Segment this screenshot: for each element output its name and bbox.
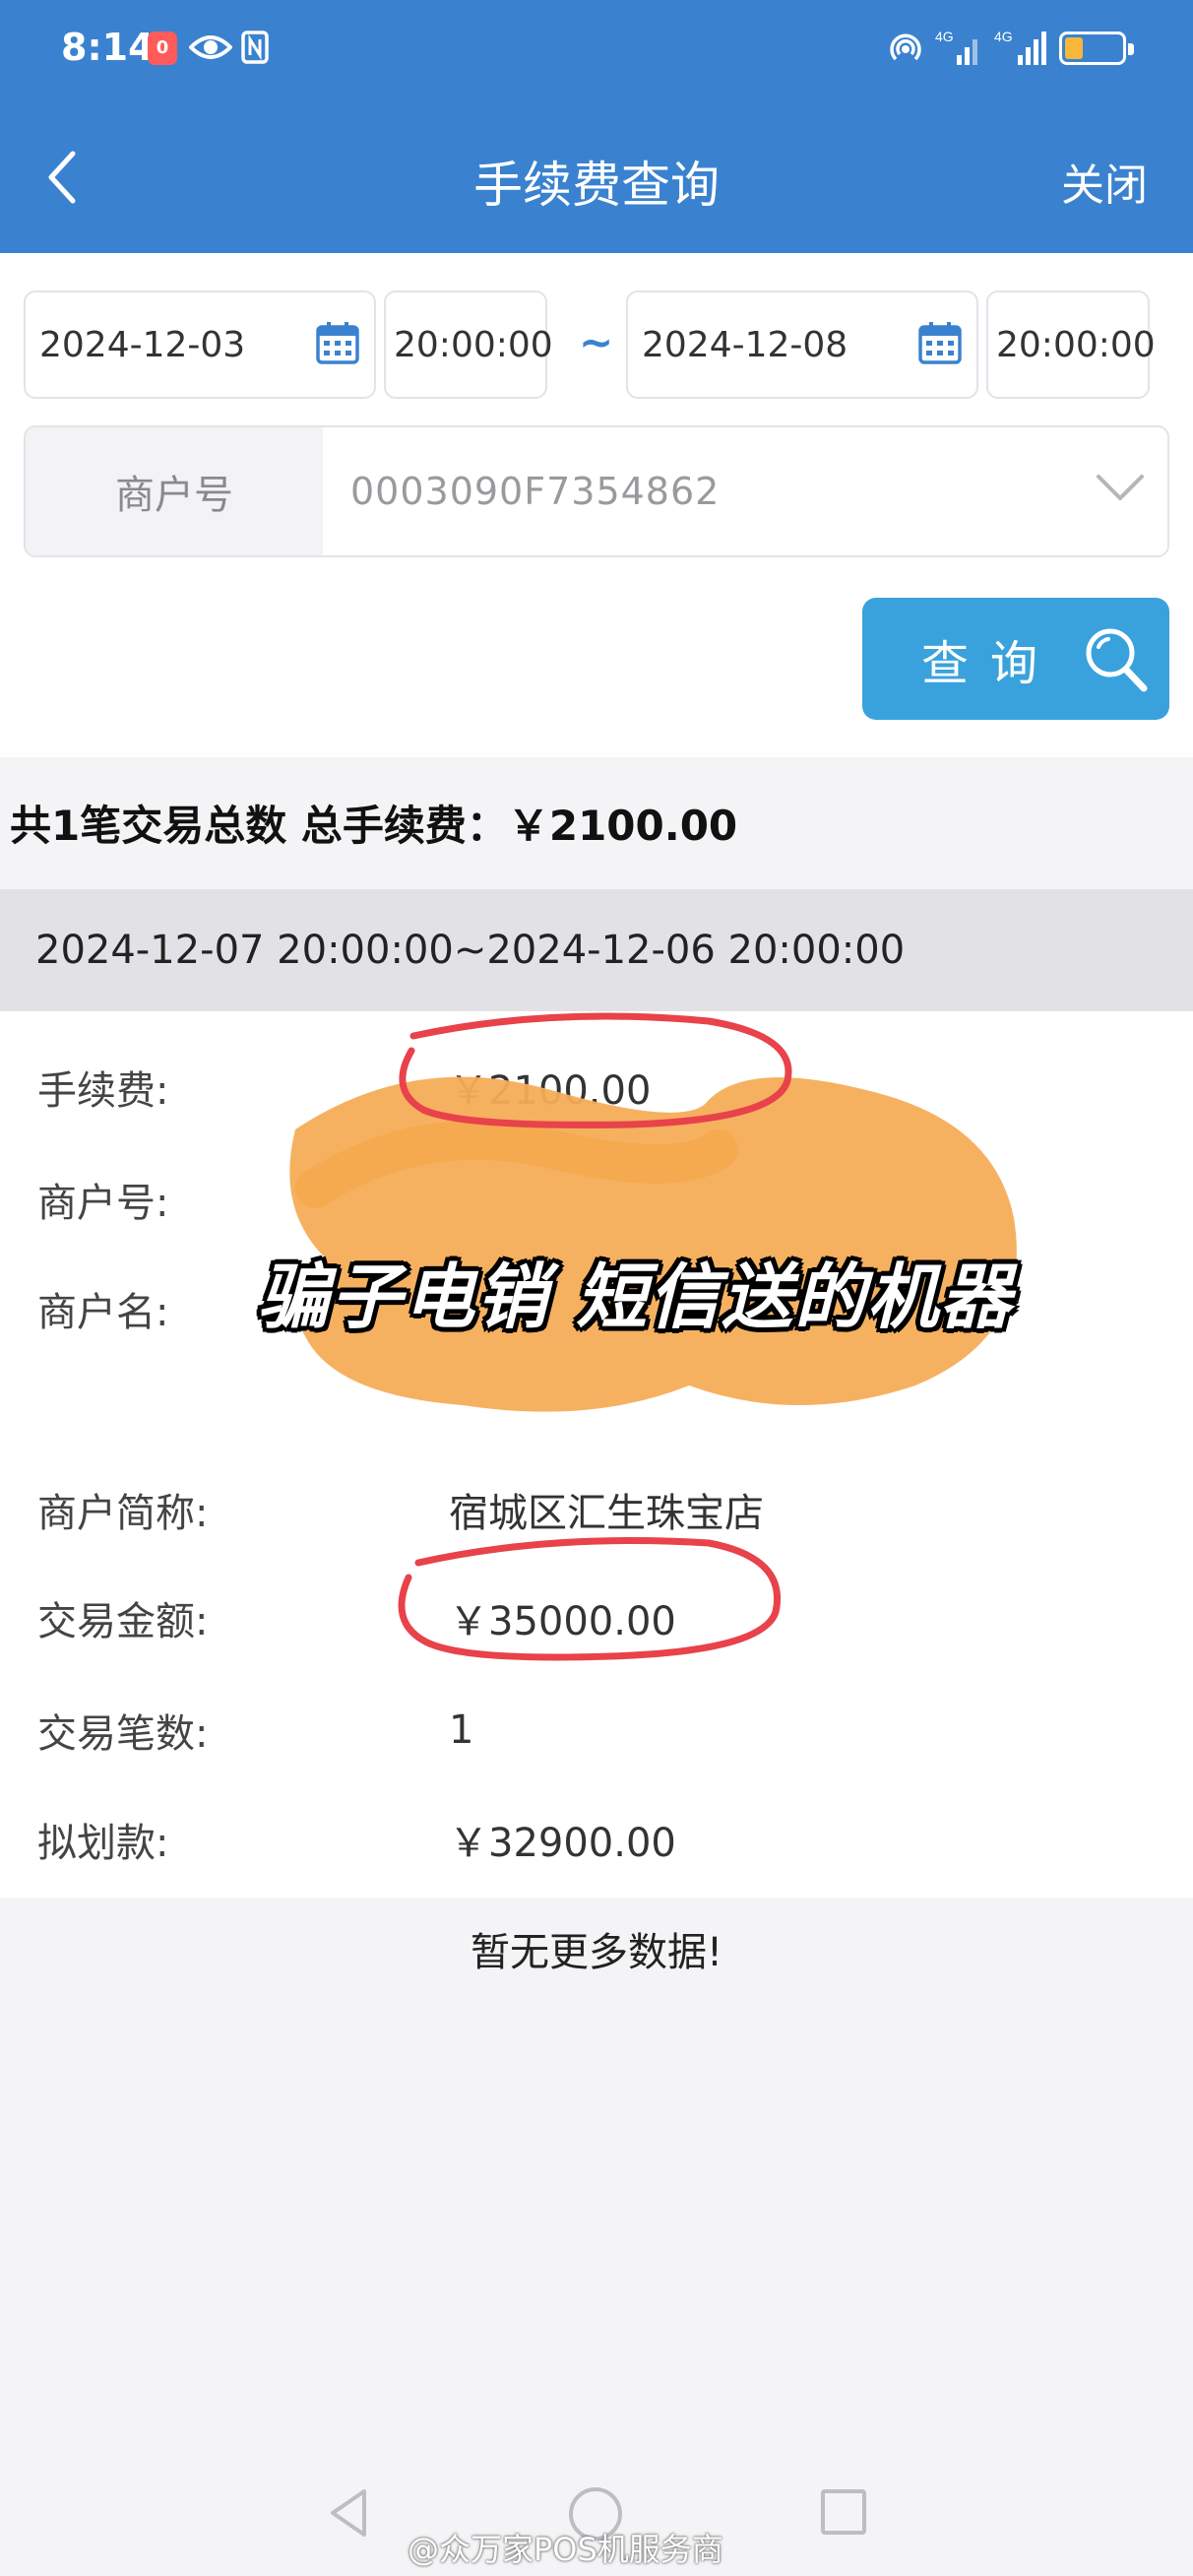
- search-icon: [1086, 628, 1148, 692]
- close-button[interactable]: 关闭: [1061, 150, 1148, 213]
- start-date-value: 2024-12-03: [39, 324, 246, 365]
- svg-text:4G: 4G: [935, 29, 954, 44]
- signal-icon-2: 4G: [994, 29, 1046, 65]
- query-button-label: 查询: [921, 636, 1060, 691]
- chevron-down-icon[interactable]: [1095, 469, 1146, 508]
- nav-recent-icon[interactable]: [821, 2489, 866, 2535]
- page-title: 手续费查询: [473, 157, 720, 214]
- record-period: 2024-12-07 20:00:00~2024-12-06 20:00:00: [0, 889, 1193, 1011]
- merchant-select[interactable]: 商户号 0003090F7354862: [24, 425, 1169, 557]
- system-nav-bar: @众万家POS机服务商: [0, 2452, 1193, 2576]
- nav-back-icon[interactable]: [325, 2483, 374, 2543]
- settlement-label: 拟划款:: [37, 1821, 169, 1866]
- end-date-field[interactable]: 2024-12-08: [626, 290, 978, 399]
- calendar-icon[interactable]: [315, 320, 360, 365]
- detail-row-amount: 交易金额: ￥35000.00: [0, 1578, 1193, 1657]
- eye-icon: [189, 35, 232, 59]
- record-detail: 手续费: ￥2100.00 商户号: 商户名: 商户简称: 宿城区汇生珠宝店 交…: [0, 1011, 1193, 1898]
- end-date-value: 2024-12-08: [642, 324, 848, 365]
- battery-icon: [1059, 32, 1134, 65]
- short-name-value: 宿城区汇生珠宝店: [449, 1491, 764, 1536]
- detail-row-count: 交易笔数: 1: [0, 1691, 1193, 1770]
- status-bar: 8:14 0 4G 4G: [0, 0, 1193, 98]
- amount-label: 交易金额:: [37, 1599, 209, 1644]
- list-footer: 暂无更多数据!: [470, 1930, 723, 1975]
- merchant-value: 0003090F7354862: [350, 470, 721, 513]
- summary-text: 共1笔交易总数 总手续费：￥2100.00: [0, 757, 1193, 887]
- count-value: 1: [449, 1707, 474, 1753]
- signal-icon: 4G: [935, 29, 977, 65]
- detail-row-merchant-no: 商户号:: [0, 1160, 1193, 1239]
- start-time-field[interactable]: 20:00:00: [384, 290, 553, 399]
- start-time-value: 20:00:00: [394, 324, 553, 365]
- warning-caption: 骗子电销 短信送的机器: [258, 1256, 1014, 1338]
- detail-row-short-name: 商户简称: 宿城区汇生珠宝店: [0, 1470, 1193, 1549]
- app-header: 8:14 0 4G 4G 手续费查询 关闭: [0, 0, 1193, 253]
- merchant-no-label: 商户号:: [37, 1181, 169, 1226]
- watermark: @众万家POS机服务商: [408, 2531, 723, 2568]
- detail-row-settlement: 拟划款: ￥32900.00: [0, 1800, 1193, 1879]
- detail-row-fee: 手续费: ￥2100.00: [0, 1048, 1193, 1127]
- calendar-icon[interactable]: [917, 320, 963, 365]
- hotspot-icon: [890, 33, 921, 61]
- end-time-value: 20:00:00: [996, 324, 1156, 365]
- settlement-value: ￥32900.00: [449, 1821, 676, 1866]
- start-date-field[interactable]: 2024-12-03: [24, 290, 376, 399]
- range-separator: ~: [579, 318, 614, 366]
- merchant-name-label: 商户名:: [37, 1290, 169, 1335]
- fee-value: ￥2100.00: [449, 1068, 652, 1114]
- fee-label: 手续费:: [37, 1068, 169, 1114]
- end-time-field[interactable]: 20:00:00: [986, 290, 1156, 399]
- notification-badge: 0: [148, 32, 177, 65]
- amount-value: ￥35000.00: [449, 1599, 676, 1644]
- short-name-label: 商户简称:: [37, 1491, 209, 1536]
- query-button[interactable]: 查询: [862, 598, 1169, 720]
- filter-panel: 2024-12-03 20:00:00 ~ 2024-12-08 20:00:0…: [0, 253, 1193, 757]
- status-time: 8:14: [61, 26, 155, 69]
- merchant-label: 商户号: [26, 427, 323, 555]
- nfc-icon: [241, 31, 269, 64]
- count-label: 交易笔数:: [37, 1711, 209, 1757]
- svg-text:4G: 4G: [994, 29, 1013, 44]
